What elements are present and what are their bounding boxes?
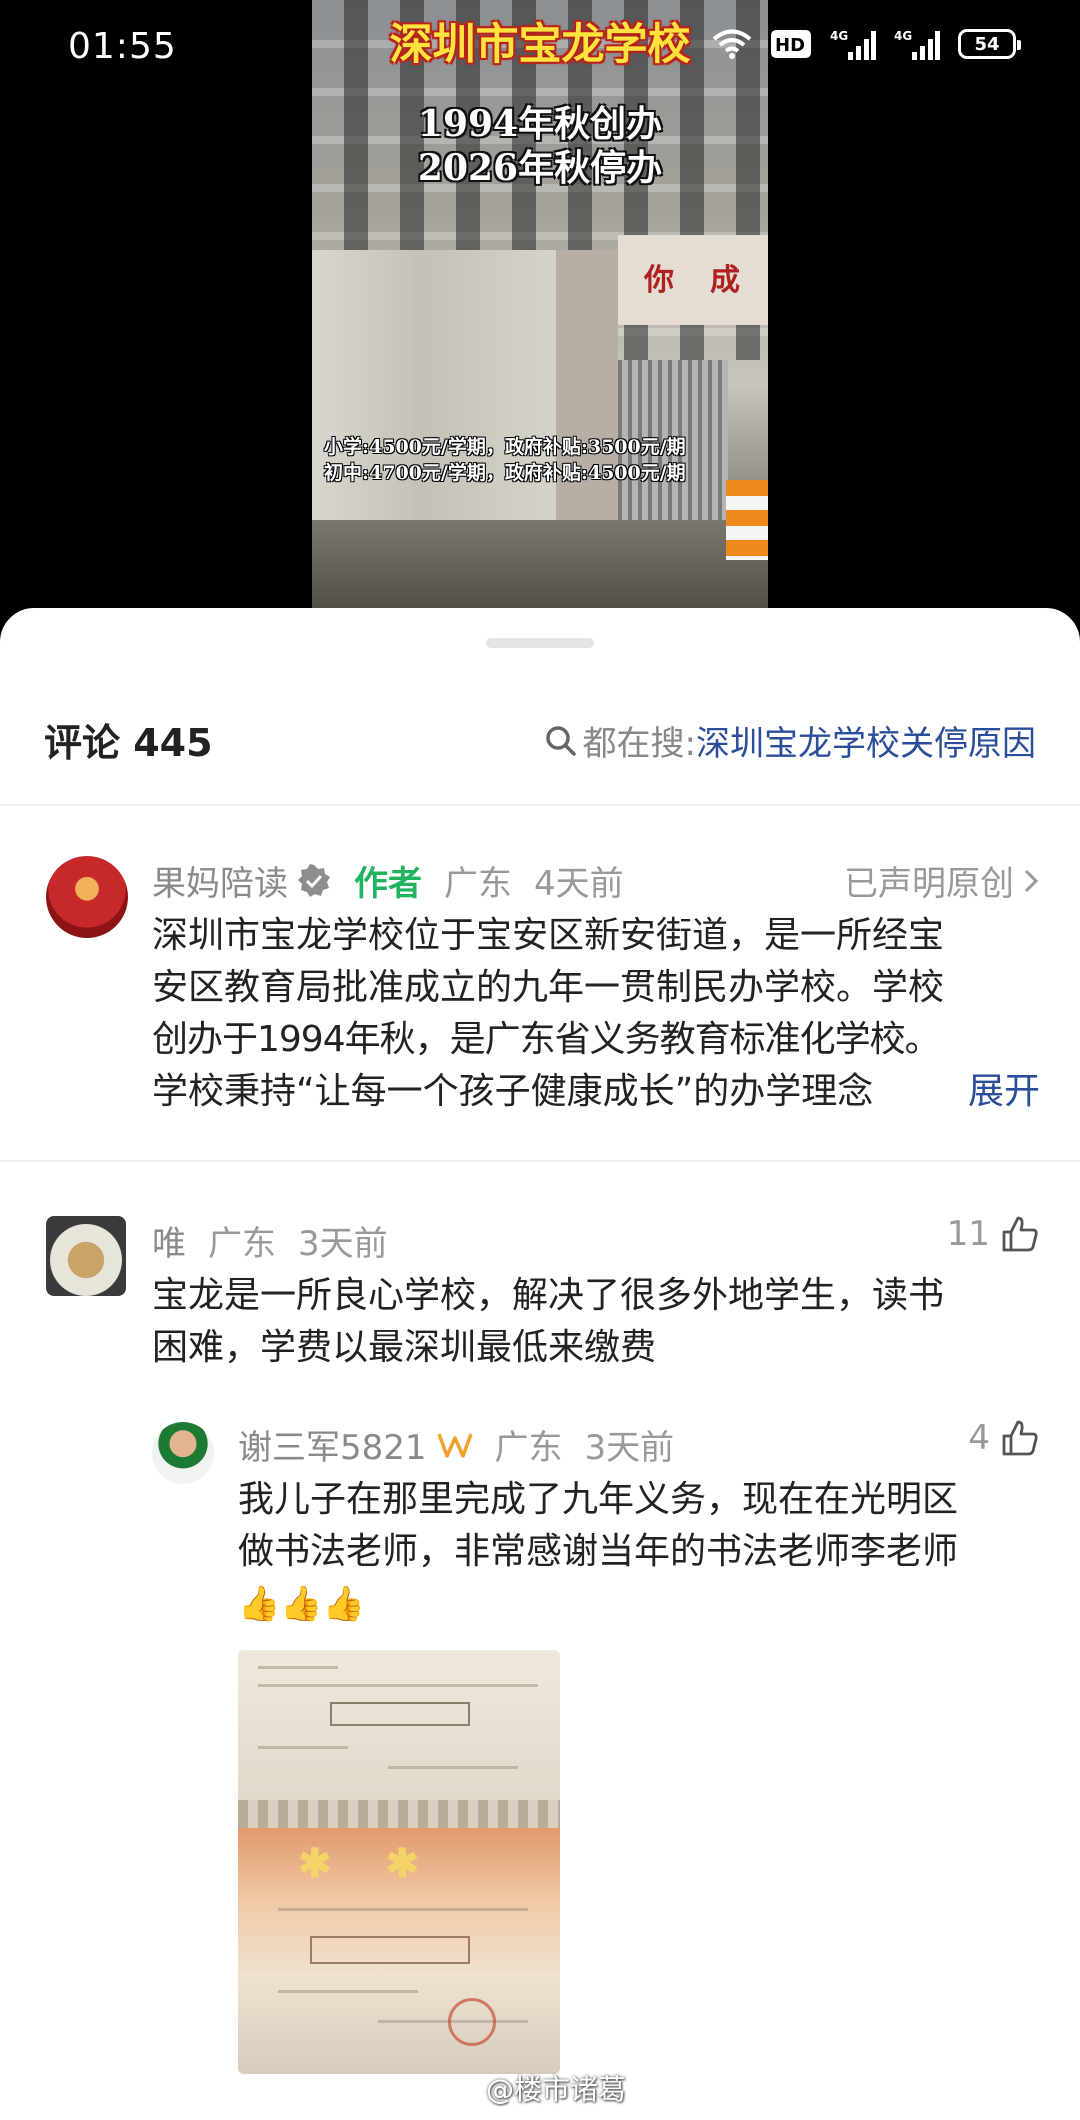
status-icons: HD 4G 4G 54 <box>712 28 1021 60</box>
comment-item-author[interactable]: 果妈陪读 作者 广东 4天前 已声明原创 深圳市宝龙学校位于宝安区新安街道，是一… <box>0 804 1080 1160</box>
hd-label: HD <box>775 35 805 56</box>
certificate-honor-box <box>310 1936 470 1964</box>
comment-body[interactable]: 深圳市宝龙学校位于宝安区新安街道，是一所经宝 安区教育局批准成立的九年一贯制民办… <box>152 910 1052 1118</box>
reply-time: 3天前 <box>584 1428 675 1468</box>
hot-search-label: 都在搜: <box>582 724 696 764</box>
comment-line: 宝龙是一所良心学校，解决了很多外地学生，读书 <box>152 1275 945 1316</box>
reply-line: 我儿子在那里完成了九年义务，现在在光明区 <box>238 1479 959 1520</box>
certificate-lower: ✱ ✱ <box>238 1828 560 2074</box>
hot-search-keyword[interactable]: 深圳宝龙学校关停原因 <box>696 716 1036 765</box>
username[interactable]: 果妈陪读 <box>152 856 288 905</box>
fee-primary: 小学:4500元/学期，政府补贴:3500元/期 <box>324 436 686 458</box>
like-button[interactable]: 11 <box>947 1214 1040 1254</box>
avatar[interactable] <box>46 1216 126 1296</box>
comment-header: 评论 445 都在搜: 深圳宝龙学校关停原因 <box>0 698 1080 778</box>
signal-icon: 4G <box>830 29 876 60</box>
certificate-line <box>258 1746 348 1749</box>
comment-line: 学校秉持“让每一个孩子健康成长”的办学理念 <box>152 1071 874 1112</box>
video-caption-founded: 1994年秋创办 <box>417 103 663 145</box>
comment-time: 3天前 <box>298 1224 388 1264</box>
video-caption-fees: 小学:4500元/学期，政府补贴:3500元/期 初中:4700元/学期，政府补… <box>324 434 764 486</box>
reply-like-count: 4 <box>968 1418 990 1458</box>
certificate-emblem: ✱ ✱ <box>298 1840 439 1887</box>
comment-body[interactable]: 宝龙是一所良心学校，解决了很多外地学生，读书 困难，学费以最深圳最低来缴费 <box>152 1270 1052 1374</box>
network-label: 4G <box>830 29 848 43</box>
original-claim-label: 已声明原创 <box>844 864 1014 904</box>
comment-count-title: 评论 445 <box>44 721 213 765</box>
weibo-logo-icon <box>446 2075 479 2102</box>
signal-icon: 4G <box>894 29 940 60</box>
certificate-line <box>388 1766 518 1769</box>
building-sign: 你 成 <box>618 235 768 325</box>
battery-level: 54 <box>974 33 1000 55</box>
avatar[interactable] <box>46 856 128 938</box>
comment-item[interactable]: 唯 广东 3天前 11 宝龙是一所良心学校，解决了很多外地学生，读书 困难，学费… <box>0 1160 1080 2120</box>
certificate-line <box>258 1666 338 1669</box>
thumbs-up-icon <box>1002 1420 1038 1456</box>
traffic-barrier <box>726 480 768 560</box>
certificate-upper <box>238 1650 560 1828</box>
comment-line: 创办于1994年秋，是广东省义务教育标准化学校。 <box>152 1019 941 1060</box>
vip-badge-icon <box>436 1432 473 1458</box>
status-time: 01:55 <box>68 26 177 67</box>
screen: 你 成 深圳市宝龙学校 1994年秋创办 2026年秋停办 小学:4500元/学… <box>0 0 1080 2120</box>
search-icon <box>545 725 576 756</box>
reply-avatar[interactable] <box>152 1422 214 1484</box>
fee-middle: 初中:4700元/学期，政府补贴:4500元/期 <box>324 462 686 484</box>
comment-location: 广东 <box>444 864 512 904</box>
watermark-text: @楼市诸葛 <box>486 2073 627 2106</box>
reply-location: 广东 <box>494 1428 563 1468</box>
comment-line: 深圳市宝龙学校位于宝安区新安街道，是一所经宝 <box>152 915 945 956</box>
original-claim-link[interactable]: 已声明原创 <box>844 856 1040 905</box>
status-bar: 01:55 HD 4G 4G 54 <box>0 0 1080 100</box>
comment-line: 困难，学费以最深圳最低来缴费 <box>152 1327 657 1368</box>
sign-char: 成 <box>710 263 740 298</box>
expand-button[interactable]: 展开 <box>968 1066 1040 1118</box>
author-tag: 作者 <box>354 864 422 904</box>
reply-attached-image[interactable]: ✱ ✱ <box>238 1650 560 2074</box>
thumbs-up-icon <box>1002 1216 1038 1252</box>
wifi-icon <box>712 29 752 59</box>
video-caption-dates: 1994年秋创办 2026年秋停办 <box>312 102 768 190</box>
certificate-line <box>258 1684 538 1687</box>
battery-icon: 54 <box>958 29 1021 59</box>
verified-badge-icon <box>298 863 330 897</box>
comment-sheet[interactable]: 评论 445 都在搜: 深圳宝龙学校关停原因 果妈陪读 作者 广东 4天前 已声… <box>0 608 1080 2120</box>
sign-char: 你 <box>644 263 674 298</box>
certificate-ornament <box>238 1800 560 1828</box>
reply-username[interactable]: 谢三军5821 <box>238 1420 427 1469</box>
gate-pillar <box>556 250 618 540</box>
certificate-line <box>278 1990 418 1993</box>
comment-meta: 果妈陪读 作者 广东 4天前 <box>152 856 624 905</box>
like-count: 11 <box>946 1214 990 1254</box>
chevron-right-icon <box>1024 869 1039 892</box>
drag-handle[interactable] <box>486 638 594 648</box>
comment-meta: 唯 广东 3天前 <box>152 1216 388 1265</box>
reply-line: 做书法老师，非常感谢当年的书法老师李老师 <box>238 1531 959 1572</box>
reply-like-button[interactable]: 4 <box>968 1418 1040 1458</box>
ground <box>312 520 768 620</box>
reply-meta: 谢三军5821 广东 3天前 <box>238 1420 674 1469</box>
certificate-award-box <box>330 1702 470 1726</box>
comment-location: 广东 <box>208 1224 276 1264</box>
reply-emoji-line: 👍👍👍 <box>238 1584 366 1624</box>
comment-last-line: 学校秉持“让每一个孩子健康成长”的办学理念 展开 <box>152 1066 1040 1118</box>
hot-search-link[interactable]: 都在搜: 深圳宝龙学校关停原因 <box>545 716 1036 765</box>
reply-body[interactable]: 我儿子在那里完成了九年义务，现在在光明区 做书法老师，非常感谢当年的书法老师李老… <box>238 1474 1058 1630</box>
username[interactable]: 唯 <box>152 1216 186 1265</box>
network-label: 4G <box>894 29 912 43</box>
construction-fence <box>312 250 562 540</box>
certificate-stamp <box>448 1998 496 2046</box>
comment-time: 4天前 <box>534 864 624 904</box>
certificate-line <box>278 1908 528 1911</box>
watermark: @楼市诸葛 <box>446 2068 626 2108</box>
video-caption-closed: 2026年秋停办 <box>417 147 663 189</box>
hd-badge-icon: HD <box>771 30 811 58</box>
comment-line: 安区教育局批准成立的九年一贯制民办学校。学校 <box>152 967 945 1008</box>
